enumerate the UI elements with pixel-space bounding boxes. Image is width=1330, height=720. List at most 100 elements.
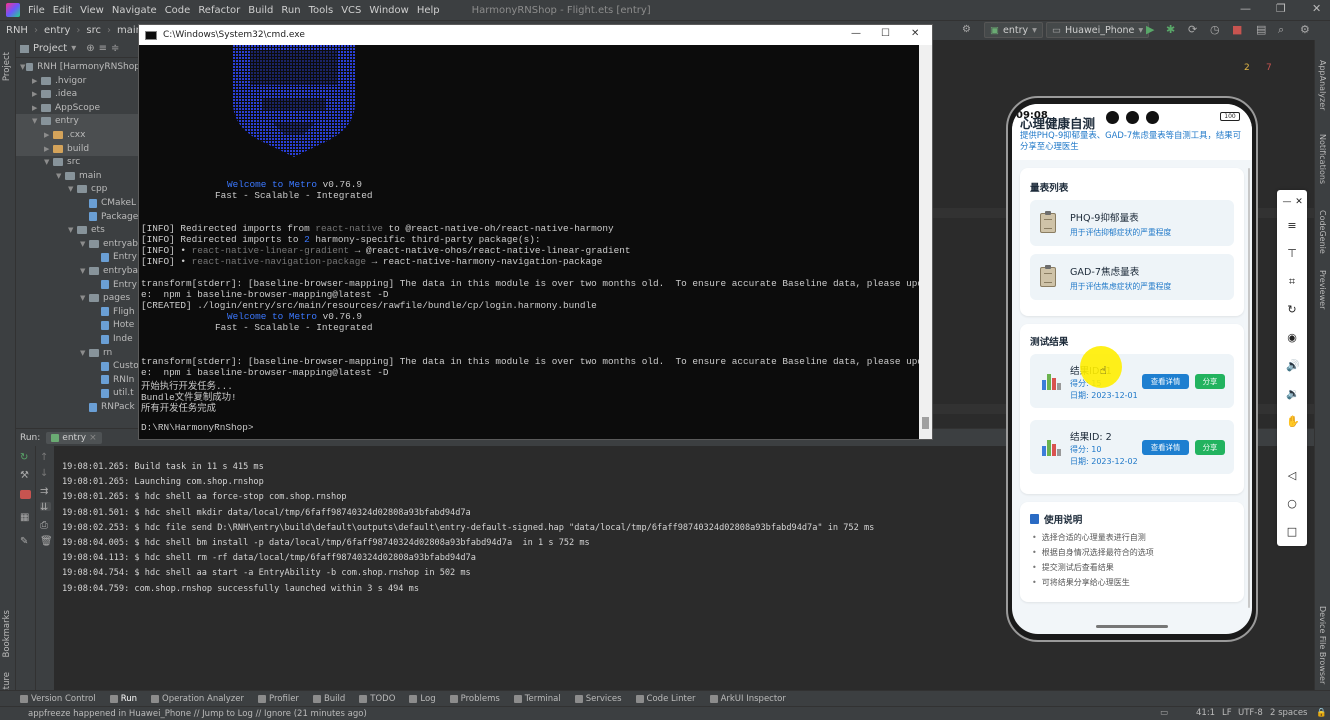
emu-crop-icon[interactable]: ⌗ — [1286, 276, 1298, 288]
tool-tab-problems[interactable]: Problems — [449, 694, 500, 704]
locate-icon[interactable]: ⊕ — [86, 43, 94, 54]
previewer-tool-tab[interactable]: Previewer — [1318, 270, 1327, 309]
tree-item[interactable]: util.t — [16, 386, 140, 400]
phone-screen[interactable]: 09:08 100 心理健康自测 提供PHQ-9抑郁量表、GAD-7焦虑量表等自… — [1012, 104, 1252, 634]
menu-file[interactable]: File — [28, 5, 45, 16]
emu-back-icon[interactable]: ◁ — [1286, 470, 1298, 482]
search-icon[interactable]: ⌕ — [1278, 23, 1284, 37]
tree-item[interactable]: ▼ ets — [16, 223, 140, 237]
device-manager-icon[interactable]: ▤ — [1256, 23, 1266, 36]
up-icon[interactable]: ↑ — [40, 452, 51, 463]
debug-icon[interactable]: ✱ — [1166, 23, 1175, 36]
tree-item[interactable]: Custo — [16, 359, 140, 373]
chevron-down-icon[interactable]: ▼ — [80, 349, 89, 357]
tree-item[interactable]: ▶ .cxx — [16, 128, 140, 142]
tree-item[interactable]: ▶ build — [16, 141, 140, 156]
run-icon[interactable]: ▶ — [1146, 23, 1154, 36]
view-detail-button[interactable]: 查看详情 — [1142, 374, 1189, 389]
scale-item-gad7[interactable]: GAD-7焦虑量表 用于评估焦虑症状的严重程度 — [1030, 254, 1234, 300]
tree-item[interactable]: ▶ AppScope — [16, 101, 140, 115]
chevron-down-icon[interactable]: ▼ — [56, 172, 65, 180]
codegenie-tool-tab[interactable]: CodeGenie — [1318, 210, 1327, 254]
cmd-title-bar[interactable]: C:\Windows\System32\cmd.exe — ☐ ✕ — [139, 25, 932, 45]
attach-icon[interactable]: ⟳ — [1188, 23, 1197, 36]
result-item[interactable]: 结果ID: 2 得分: 10 日期: 2023-12-02 查看详情 分享 — [1030, 420, 1234, 474]
tree-item[interactable]: ▼ rn — [16, 346, 140, 360]
menu-tools[interactable]: Tools — [309, 5, 334, 16]
menu-help[interactable]: Help — [417, 5, 440, 16]
close-icon[interactable]: ✕ — [1312, 2, 1321, 15]
tree-item[interactable]: Entry — [16, 250, 140, 264]
settings-icon[interactable]: ⚙ — [1300, 23, 1310, 36]
expand-icon[interactable]: ≑ — [111, 43, 119, 54]
rerun-icon[interactable]: ↻ — [20, 452, 31, 463]
bookmarks-tool-tab[interactable]: Bookmarks — [2, 610, 12, 658]
cmd-scroll-thumb[interactable] — [922, 417, 929, 429]
chevron-down-icon[interactable]: ▼ — [68, 226, 77, 234]
chevron-right-icon[interactable]: ▶ — [32, 104, 41, 112]
file-encoding[interactable]: UTF-8 — [1238, 708, 1263, 718]
status-message[interactable]: appfreeze happened in Huawei_Phone // Ju… — [28, 709, 367, 719]
tree-item[interactable]: ▼ src — [16, 155, 140, 169]
device-select[interactable]: ▭ Huawei_Phone ▾ — [1046, 22, 1150, 38]
cursor-position[interactable]: 41:1 — [1196, 708, 1215, 718]
emu-close-icon[interactable]: ✕ — [1293, 196, 1305, 208]
tree-item[interactable]: ▶ .hvigor — [16, 74, 140, 88]
chevron-down-icon[interactable]: ▼ — [80, 240, 89, 248]
trash-icon[interactable]: 🗑 — [40, 536, 53, 547]
run-tab-entry[interactable]: entry × — [46, 431, 102, 444]
tree-item[interactable]: RNPack — [16, 400, 140, 414]
menu-vcs[interactable]: VCS — [341, 5, 361, 16]
tree-item[interactable]: ▼ cpp — [16, 182, 140, 196]
errors-count[interactable]: 7 — [1266, 63, 1272, 73]
emu-home-icon[interactable]: ○ — [1286, 498, 1298, 510]
chevron-right-icon[interactable]: ▶ — [32, 90, 41, 98]
tool-tab-run[interactable]: Run — [109, 694, 137, 704]
share-button[interactable]: 分享 — [1195, 374, 1225, 389]
tree-item[interactable]: CMakeL — [16, 196, 140, 210]
cmd-prompt[interactable]: D:\RN\HarmonyRnShop> — [141, 422, 254, 433]
tree-item[interactable]: ▼ pages — [16, 291, 140, 305]
print-icon[interactable]: ⎙ — [40, 520, 51, 531]
menu-run[interactable]: Run — [281, 5, 300, 16]
chevron-down-icon[interactable]: ▼ — [80, 294, 89, 302]
emu-minimize-icon[interactable]: — — [1281, 196, 1293, 208]
cmd-scrollbar[interactable] — [919, 45, 932, 439]
chevron-right-icon[interactable]: ▶ — [44, 131, 53, 139]
emu-record-icon[interactable]: ◉ — [1286, 332, 1298, 344]
menu-edit[interactable]: Edit — [53, 5, 72, 16]
pin-icon[interactable]: ✎ — [20, 536, 31, 547]
device-file-browser-tool-tab[interactable]: Device File Browser — [1318, 606, 1327, 684]
menu-refactor[interactable]: Refactor — [198, 5, 240, 16]
tool-tab-log[interactable]: Log — [409, 694, 436, 704]
notifications-tool-tab[interactable]: Notifications — [1318, 134, 1327, 184]
line-separator[interactable]: LF — [1222, 708, 1232, 718]
appanalyzer-tool-tab[interactable]: AppAnalyzer — [1318, 60, 1327, 110]
emu-volume-down-icon[interactable]: 🔉 — [1286, 388, 1300, 400]
scale-item-phq9[interactable]: PHQ-9抑郁量表 用于评估抑郁症状的严重程度 — [1030, 200, 1234, 246]
view-detail-button[interactable]: 查看详情 — [1142, 440, 1189, 455]
tree-item[interactable]: Inde — [16, 332, 140, 346]
emu-gesture-icon[interactable]: ✋ — [1286, 416, 1300, 428]
chevron-down-icon[interactable]: ▼ — [32, 117, 41, 125]
tree-item[interactable]: Fligh — [16, 305, 140, 319]
tool-tab-arkui-inspector[interactable]: ArkUI Inspector — [709, 694, 786, 704]
lock-icon[interactable]: 🔒 — [1316, 708, 1327, 718]
tree-item[interactable]: ▼ main — [16, 169, 140, 183]
menu-code[interactable]: Code — [165, 5, 191, 16]
breadcrumb-rnh[interactable]: RNH — [6, 25, 28, 36]
warnings-count[interactable]: 2 — [1244, 63, 1250, 73]
emu-pin-icon[interactable]: ⊤ — [1286, 248, 1298, 260]
collapse-icon[interactable]: ≡ — [99, 43, 107, 54]
breadcrumb-entry[interactable]: entry — [44, 25, 70, 36]
indent-setting[interactable]: 2 spaces — [1270, 708, 1307, 718]
home-indicator[interactable] — [1096, 625, 1168, 628]
run-config-select[interactable]: ▣ entry ▾ — [984, 22, 1043, 38]
emu-recents-icon[interactable]: □ — [1286, 526, 1298, 538]
cmd-minimize-icon[interactable]: — — [851, 28, 861, 39]
tool-tab-code-linter[interactable]: Code Linter — [635, 694, 696, 704]
breadcrumb-src[interactable]: src — [86, 25, 101, 36]
chevron-right-icon[interactable]: ▶ — [32, 77, 41, 85]
project-tool-tab[interactable]: Project — [2, 52, 12, 81]
chevron-down-icon[interactable]: ▼ — [68, 185, 77, 193]
